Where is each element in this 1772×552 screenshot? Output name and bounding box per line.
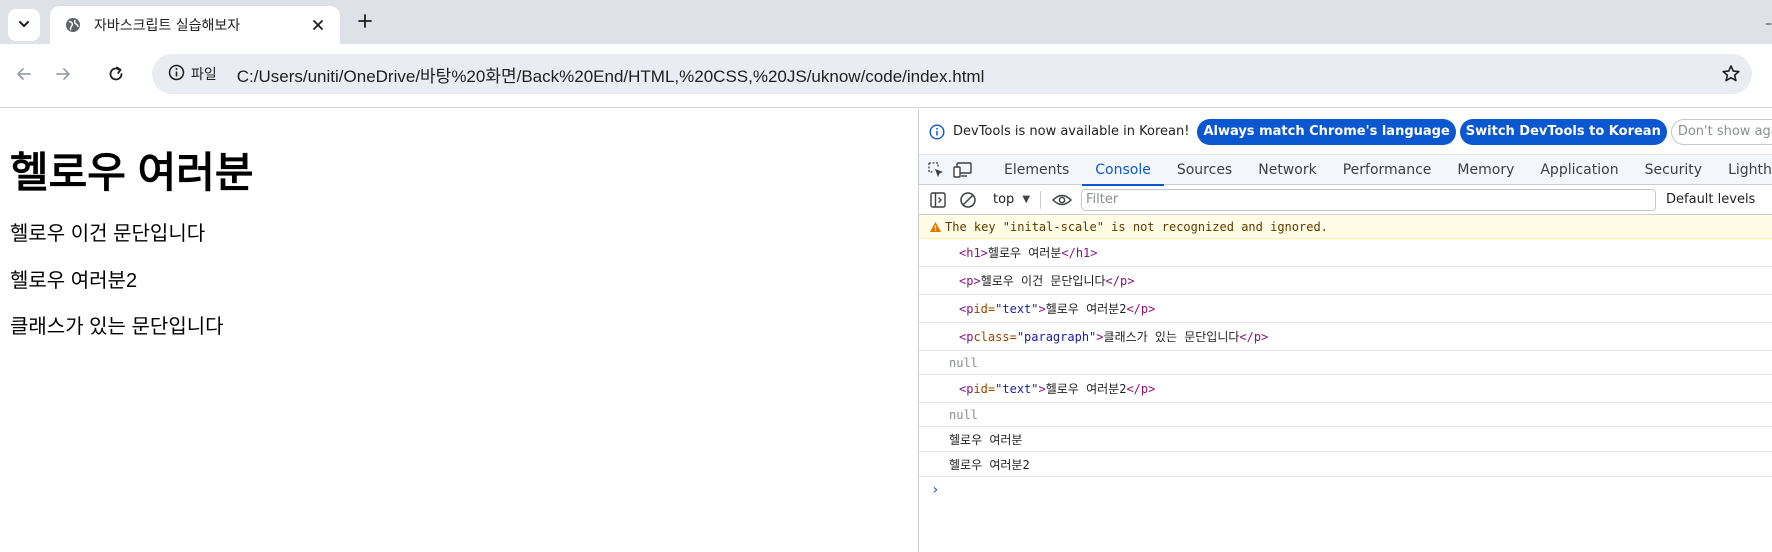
warning-icon <box>927 219 943 235</box>
tag-close: </p> <box>1126 381 1156 396</box>
tab-lighthouse[interactable]: Lighthouse <box>1715 155 1772 185</box>
tag-close: </p> <box>1105 273 1135 288</box>
arrow-right-icon <box>54 65 72 87</box>
context-selector[interactable]: top ▼ <box>993 192 1030 207</box>
dont-show-again-button[interactable]: Don't show again <box>1670 118 1772 145</box>
infobar-message: DevTools is now available in Korean! <box>953 124 1190 139</box>
tab-sources[interactable]: Sources <box>1164 155 1245 185</box>
console-log-entry: 헬로우 여러분2 <box>919 452 1772 477</box>
attr-name: class= <box>973 329 1017 344</box>
tag-bracket: > <box>1038 381 1046 396</box>
console-output: The key "inital-scale" is not recognized… <box>919 215 1772 503</box>
arrow-left-icon <box>15 65 33 87</box>
attr-value: "text" <box>995 381 1039 396</box>
eye-icon[interactable] <box>1051 189 1073 211</box>
console-element-entry[interactable]: <p id= "text" > 헬로우 여러분2 </p> <box>919 375 1772 403</box>
console-element-entry[interactable]: <p id= "text" > 헬로우 여러분2 </p> <box>919 295 1772 323</box>
devtools-tab-bar: Elements Console Sources Network Perform… <box>919 155 1772 186</box>
close-icon[interactable] <box>308 15 328 35</box>
attr-name: id= <box>973 381 996 396</box>
bookmark-star-icon[interactable] <box>1720 63 1742 85</box>
back-button[interactable] <box>12 64 36 88</box>
browser-toolbar: 파일 C:/Users/uniti/OneDrive/바탕%20화면/Back%… <box>0 44 1772 108</box>
reload-icon <box>107 65 125 87</box>
tab-security[interactable]: Security <box>1632 155 1716 185</box>
warning-text: The key "inital-scale" is not recognized… <box>945 219 1328 234</box>
tab-console[interactable]: Console <box>1082 155 1164 186</box>
tab-search-button[interactable] <box>8 9 40 41</box>
page-heading: 헬로우 여러분 <box>10 149 254 196</box>
console-log-entry: 헬로우 여러분 <box>919 427 1772 452</box>
clear-console-icon[interactable] <box>957 189 979 211</box>
element-text: 헬로우 여러분2 <box>1045 382 1127 396</box>
device-toolbar-icon[interactable] <box>953 159 973 181</box>
tag-open: <p> <box>959 273 981 288</box>
attr-value: "paragraph" <box>1016 329 1097 344</box>
tag-close: </p> <box>1239 329 1269 344</box>
devtools-language-infobar: DevTools is now available in Korean! Alw… <box>919 109 1772 155</box>
always-match-language-button[interactable]: Always match Chrome's language <box>1197 118 1456 145</box>
console-element-entry[interactable]: <p> 헬로우 이건 문단입니다 </p> <box>919 267 1772 295</box>
browser-tab[interactable]: 자바스크립트 실습해보자 <box>50 6 340 44</box>
window-control-fragment[interactable]: – <box>1765 16 1772 32</box>
attr-value: "text" <box>995 301 1039 316</box>
tab-strip: 자바스크립트 실습해보자 – <box>0 0 1772 44</box>
tag-bracket: > <box>1038 301 1046 316</box>
info-icon <box>929 123 945 141</box>
element-text: 클래스가 있는 문단입니다 <box>1103 330 1240 344</box>
tag-open: <p <box>959 301 974 316</box>
tab-performance[interactable]: Performance <box>1330 155 1445 185</box>
paragraph-text: 헬로우 여러분2 <box>10 270 138 292</box>
reload-button[interactable] <box>104 64 128 88</box>
log-levels-dropdown[interactable]: Default levels <box>1666 192 1755 207</box>
console-element-entry[interactable]: <p class= "paragraph" > 클래스가 있는 문단입니다 </p> <box>919 323 1772 351</box>
tab-memory[interactable]: Memory <box>1444 155 1527 185</box>
tag-close: </p> <box>1126 301 1156 316</box>
site-info-chip[interactable]: 파일 <box>162 59 223 89</box>
sidebar-toggle-icon[interactable] <box>927 189 949 211</box>
tab-application[interactable]: Application <box>1527 155 1631 185</box>
tag-bracket: > <box>1096 329 1104 344</box>
prompt-chevron-icon: › <box>931 482 940 498</box>
forward-button[interactable] <box>51 64 75 88</box>
attr-name: id= <box>973 301 996 316</box>
tag-open: <h1> <box>959 245 988 260</box>
console-toolbar: top ▼ Filter Default levels <box>919 185 1772 215</box>
tag-open: <p <box>959 329 974 344</box>
paragraph: 헬로우 이건 문단입니다 <box>10 223 206 245</box>
console-filter-input[interactable]: Filter <box>1081 188 1657 211</box>
tag-open: <p <box>959 381 974 396</box>
tab-network[interactable]: Network <box>1245 155 1329 185</box>
globe-icon <box>64 16 82 34</box>
toolbar-divider <box>1040 190 1042 209</box>
console-warning: The key "inital-scale" is not recognized… <box>919 215 1772 239</box>
site-chip-label: 파일 <box>191 67 217 83</box>
address-bar[interactable]: 파일 C:/Users/uniti/OneDrive/바탕%20화면/Back%… <box>152 54 1752 94</box>
caret-down-icon: ▼ <box>1022 194 1031 205</box>
tab-elements[interactable]: Elements <box>991 155 1082 185</box>
element-text: 헬로우 이건 문단입니다 <box>980 274 1106 288</box>
plus-icon <box>357 13 373 33</box>
page-viewport: 헬로우 여러분 헬로우 이건 문단입니다 헬로우 여러분2 클래스가 있는 문단… <box>0 109 918 552</box>
devtools-panel: DevTools is now available in Korean! Alw… <box>918 109 1772 552</box>
paragraph-class: 클래스가 있는 문단입니다 <box>10 316 224 338</box>
inspect-element-icon[interactable] <box>927 159 945 181</box>
element-text: 헬로우 여러분 <box>987 246 1062 260</box>
console-element-entry[interactable]: <h1> 헬로우 여러분 </h1> <box>919 239 1772 267</box>
tag-close: </h1> <box>1061 245 1098 260</box>
console-null-entry: null <box>919 351 1772 375</box>
tab-title: 자바스크립트 실습해보자 <box>94 18 241 34</box>
console-prompt[interactable]: › <box>919 477 1772 503</box>
switch-to-korean-button[interactable]: Switch DevTools to Korean <box>1459 118 1667 145</box>
console-null-entry: null <box>919 403 1772 427</box>
chevron-down-icon <box>17 16 31 35</box>
element-text: 헬로우 여러분2 <box>1045 302 1127 316</box>
context-label: top <box>993 192 1015 207</box>
new-tab-button[interactable] <box>354 12 376 34</box>
info-icon <box>168 64 185 85</box>
url-text[interactable]: C:/Users/uniti/OneDrive/바탕%20화면/Back%20E… <box>237 62 985 87</box>
